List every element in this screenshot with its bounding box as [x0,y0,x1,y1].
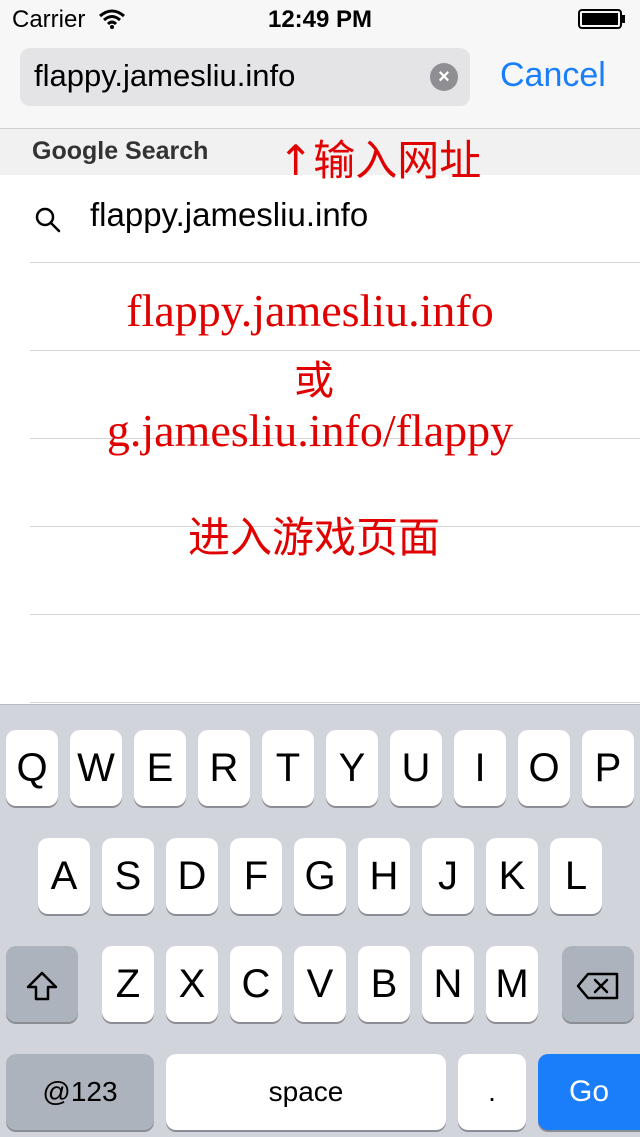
key-b[interactable]: B [358,946,410,1022]
section-header: Google Search ↑输入网址 [0,129,640,185]
key-p[interactable]: P [582,730,634,806]
url-input[interactable]: flappy.jamesliu.info × [20,48,470,106]
status-bar: Carrier 12:49 PM [0,0,640,40]
key-t[interactable]: T [262,730,314,806]
go-button[interactable]: Go [538,1054,640,1130]
clear-text-icon[interactable]: × [430,63,458,91]
key-q[interactable]: Q [6,730,58,806]
key-f[interactable]: F [230,838,282,914]
section-title: Google Search [32,137,209,165]
key-y[interactable]: Y [326,730,378,806]
key-z[interactable]: Z [102,946,154,1022]
suggestion-row[interactable]: flappy.jamesliu.info [0,176,640,262]
key-m[interactable]: M [486,946,538,1022]
battery-icon [578,9,625,29]
row-separator [30,702,640,703]
key-i[interactable]: I [454,730,506,806]
annotation-url-1: flappy.jamesliu.info [126,285,494,336]
key-l[interactable]: L [550,838,602,914]
key-r[interactable]: R [198,730,250,806]
key-d[interactable]: D [166,838,218,914]
row-separator [30,614,640,615]
key-w[interactable]: W [70,730,122,806]
space-key[interactable]: space [166,1054,446,1130]
status-time: 12:49 PM [267,6,373,33]
url-bar: flappy.jamesliu.info × Cancel [0,40,640,129]
keyboard: Q W E R T Y U I O P A S D F G H J K L Z … [0,704,640,1137]
shift-key[interactable] [6,946,78,1022]
key-x[interactable]: X [166,946,218,1022]
key-e[interactable]: E [134,730,186,806]
suggestion-text: flappy.jamesliu.info [90,196,369,233]
backspace-key[interactable] [562,946,634,1022]
key-n[interactable]: N [422,946,474,1022]
annotation-or: 或 [294,358,334,404]
key-s[interactable]: S [102,838,154,914]
cancel-button[interactable]: Cancel [500,56,606,95]
search-icon [35,207,61,233]
key-h[interactable]: H [358,838,410,914]
key-a[interactable]: A [38,838,90,914]
numbers-key[interactable]: @123 [6,1054,154,1130]
key-g[interactable]: G [294,838,346,914]
url-input-value: flappy.jamesliu.info [34,58,296,93]
annotation-url-2: g.jamesliu.info/flappy [106,405,514,456]
key-v[interactable]: V [294,946,346,1022]
period-key[interactable]: . [458,1054,526,1130]
annotation-enter-game: 进入游戏页面 [187,513,440,562]
shift-icon [26,972,58,1001]
key-k[interactable]: K [486,838,538,914]
backspace-icon [576,973,619,1000]
key-o[interactable]: O [518,730,570,806]
key-j[interactable]: J [422,838,474,914]
key-u[interactable]: U [390,730,442,806]
row-separator [30,262,640,263]
key-c[interactable]: C [230,946,282,1022]
